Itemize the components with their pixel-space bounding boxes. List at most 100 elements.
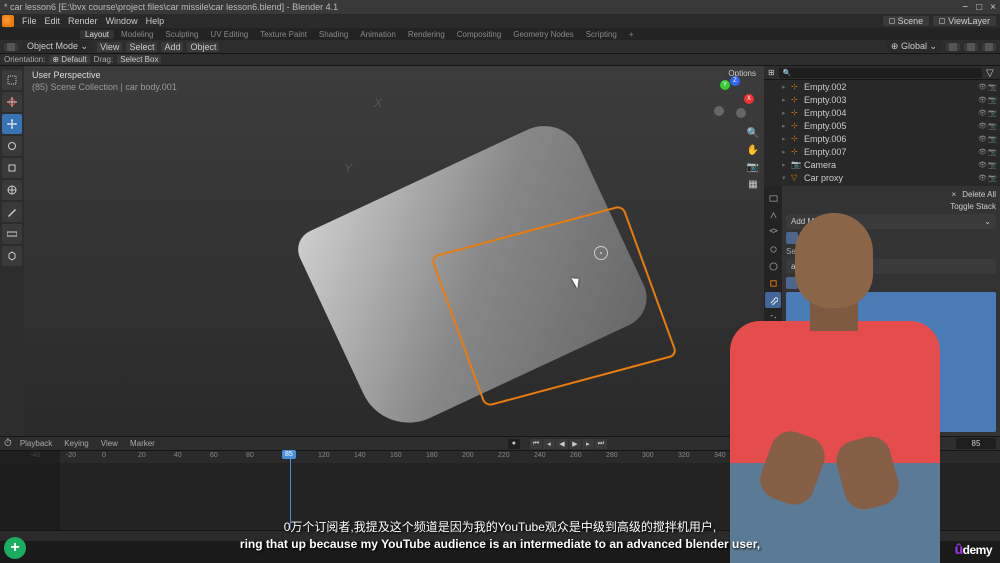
autokey-icon[interactable]: ● <box>508 439 520 449</box>
eye-icon[interactable]: 👁 <box>978 122 986 130</box>
render-icon[interactable]: 📷 <box>988 109 996 117</box>
filter-icon[interactable]: ▽ <box>986 68 996 78</box>
drag-value[interactable]: Select Box <box>117 55 161 64</box>
toolbar-object[interactable]: Object <box>187 42 219 52</box>
plus-badge-icon[interactable]: + <box>4 537 26 559</box>
axis-y-ball[interactable]: Y <box>720 80 730 90</box>
eye-icon[interactable]: 👁 <box>978 135 986 143</box>
prop-tab-modifier[interactable] <box>765 292 781 308</box>
mod-toggle-edit[interactable] <box>814 232 826 244</box>
axis-neg-ball-2[interactable] <box>736 108 746 118</box>
eye-icon[interactable]: 👁 <box>978 83 986 91</box>
tab-compositing[interactable]: Compositing <box>452 30 506 39</box>
cursor-tool[interactable] <box>2 92 22 112</box>
apply-button[interactable] <box>786 292 996 432</box>
instances-real-row[interactable]: ances Real <box>786 259 996 274</box>
mod-toggle-realtime[interactable] <box>786 232 798 244</box>
timeline-playback[interactable]: Playback <box>16 439 56 448</box>
menu-file[interactable]: File <box>18 16 41 26</box>
select-box-tool[interactable] <box>2 70 22 90</box>
prop-tab-particles[interactable] <box>765 309 781 325</box>
tab-modeling[interactable]: Modeling <box>116 30 158 39</box>
close-button[interactable]: × <box>990 2 996 13</box>
menu-window[interactable]: Window <box>102 16 142 26</box>
tab-uv[interactable]: UV Editing <box>205 30 253 39</box>
tab-animation[interactable]: Animation <box>355 30 401 39</box>
pan-icon[interactable]: ✋ <box>746 143 760 157</box>
tab-texpaint[interactable]: Texture Paint <box>255 30 312 39</box>
timeline-keying[interactable]: Keying <box>60 439 92 448</box>
zoom-icon[interactable]: 🔍 <box>746 126 760 140</box>
render-icon[interactable]: 📷 <box>988 83 996 91</box>
prop-tab-material[interactable] <box>765 377 781 393</box>
tab-scripting[interactable]: Scripting <box>581 30 622 39</box>
camera-view-icon[interactable]: 📷 <box>746 160 760 174</box>
scale-tool[interactable] <box>2 158 22 178</box>
navigation-gizmo[interactable]: Z Y X <box>708 74 756 122</box>
tab-add[interactable]: + <box>624 30 639 39</box>
add-modifier-button[interactable]: Add Modifier⌄ <box>786 214 996 229</box>
maximize-button[interactable]: □ <box>976 2 982 13</box>
viewlayer-selector[interactable]: ViewLayer <box>933 16 996 26</box>
axis-neg-ball[interactable] <box>714 106 724 116</box>
jump-end-icon[interactable]: ⏭ <box>595 439 607 449</box>
annotate-tool[interactable] <box>2 202 22 222</box>
mod-toggle-render[interactable] <box>800 232 812 244</box>
mod-dropdown[interactable] <box>828 232 840 244</box>
timeline-marker[interactable]: Marker <box>126 439 159 448</box>
outliner-row[interactable]: ▸⊹Empty.002👁📷 <box>764 80 1000 93</box>
prop-tab-render[interactable] <box>765 190 781 206</box>
prop-tab-physics[interactable] <box>765 326 781 342</box>
render-icon[interactable]: 📷 <box>988 122 996 130</box>
dopesheet[interactable]: -40-200204060801001201401601802002202402… <box>0 450 1000 530</box>
rotate-tool[interactable] <box>2 136 22 156</box>
render-icon[interactable]: 📷 <box>988 135 996 143</box>
toolbar-add[interactable]: Add <box>161 42 183 52</box>
render-icon[interactable]: 📷 <box>988 174 996 182</box>
render-icon[interactable]: 📷 <box>988 161 996 169</box>
viewport-3d[interactable]: User Perspective (85) Scene Collection |… <box>24 66 764 436</box>
outliner-row[interactable]: ▸⊹Empty.003👁📷 <box>764 93 1000 106</box>
menu-edit[interactable]: Edit <box>41 16 65 26</box>
add-cube-tool[interactable] <box>2 246 22 266</box>
prop-tab-scene[interactable] <box>765 241 781 257</box>
render-icon[interactable]: 📷 <box>988 96 996 104</box>
mode-selector[interactable]: Object Mode ⌄ <box>22 41 93 52</box>
axis-x-ball[interactable]: X <box>744 94 754 104</box>
mod-toggle-render-2[interactable] <box>800 277 812 289</box>
snap-button[interactable] <box>964 43 978 51</box>
transform-tool[interactable] <box>2 180 22 200</box>
outliner-row[interactable]: ▸⊹Empty.007👁📷 <box>764 145 1000 158</box>
outliner-row[interactable]: ▸📷Camera👁📷 <box>764 158 1000 171</box>
editor-type-button[interactable] <box>4 43 18 51</box>
orientation-value[interactable]: ⊕ Default <box>49 55 89 64</box>
move-tool[interactable] <box>2 114 22 134</box>
proportional-button[interactable] <box>982 43 996 51</box>
tab-geonodes[interactable]: Geometry Nodes <box>508 30 578 39</box>
keyframe-next-icon[interactable]: ▸ <box>582 439 594 449</box>
axis-z-ball[interactable]: Z <box>730 76 740 86</box>
timeline-editor-icon[interactable]: ⏱ <box>4 438 12 449</box>
play-reverse-icon[interactable]: ◀ <box>556 439 568 449</box>
mod-toggle-realtime-2[interactable] <box>786 277 798 289</box>
render-icon[interactable]: 📷 <box>988 148 996 156</box>
eye-icon[interactable]: 👁 <box>978 148 986 156</box>
keyframe-prev-icon[interactable]: ◂ <box>543 439 555 449</box>
outliner-row[interactable]: ▾▽Car proxy👁📷 <box>764 171 1000 184</box>
tab-shading[interactable]: Shading <box>314 30 353 39</box>
eye-icon[interactable]: 👁 <box>978 174 986 182</box>
prop-tab-output[interactable] <box>765 207 781 223</box>
pivot-button[interactable] <box>946 43 960 51</box>
prop-tab-world[interactable] <box>765 258 781 274</box>
toggle-stack-button[interactable]: Toggle Stack <box>950 202 996 211</box>
prop-tab-object[interactable] <box>765 275 781 291</box>
orientation-selector[interactable]: ⊕ Global ⌄ <box>886 41 942 52</box>
play-icon[interactable]: ▶ <box>569 439 581 449</box>
tab-layout[interactable]: Layout <box>80 30 114 39</box>
toolbar-select[interactable]: Select <box>126 42 157 52</box>
outliner-search[interactable]: 🔍 <box>779 68 982 78</box>
outliner-row[interactable]: ▸⊹Empty.004👁📷 <box>764 106 1000 119</box>
delete-all-button[interactable]: Delete All <box>962 190 996 199</box>
eye-icon[interactable]: 👁 <box>978 161 986 169</box>
menu-help[interactable]: Help <box>142 16 169 26</box>
